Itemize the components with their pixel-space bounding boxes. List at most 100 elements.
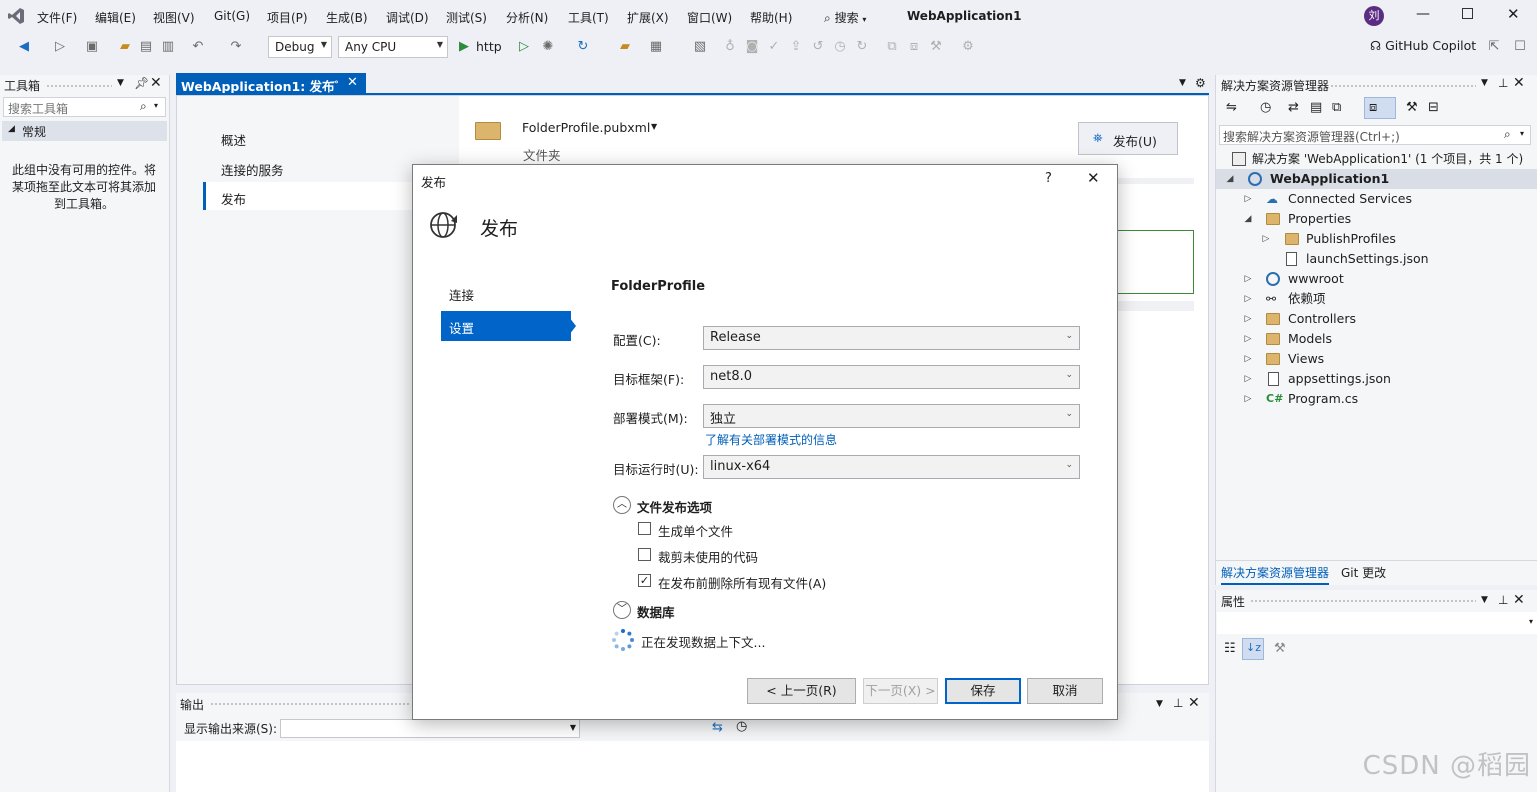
track-active-button[interactable]: ⧈ [1364,97,1396,119]
menu-test[interactable]: 测试(S) [446,9,487,26]
new-item-icon[interactable]: ▣ [84,39,100,55]
configuration-select[interactable]: Debug ▼ [268,36,332,58]
previous-button[interactable]: < 上一页(R) [747,678,856,704]
runtime-select[interactable]: linux-x64 ⌄ [703,455,1080,479]
tree-item-controllers[interactable]: ▷ Controllers [1216,309,1537,329]
alphabetical-button[interactable]: ↓z [1242,638,1264,660]
tree-item-publishprofiles[interactable]: ▷ PublishProfiles [1216,229,1537,249]
pin-icon[interactable]: ⊥ [1498,593,1508,607]
close-tab-icon[interactable]: ✕ [347,75,358,90]
step-settings[interactable]: 设置 [441,311,576,341]
chevron-down-icon[interactable]: ▼ [1481,595,1488,605]
wrench-icon[interactable]: ⚒ [1274,641,1286,656]
expanded-arrow-icon[interactable]: ◢ [1225,169,1235,189]
clock-icon[interactable]: ◷ [736,719,747,734]
help-icon[interactable]: ? [1045,171,1052,186]
close-icon[interactable]: ✕ [1087,169,1100,187]
branch-icon[interactable]: ⧈ [906,39,922,55]
camera-icon[interactable]: ◙ [744,39,760,55]
forward-icon[interactable]: ▷ [52,39,68,55]
cancel-button[interactable]: 取消 [1027,678,1103,704]
nav-overview[interactable]: 概述 [221,130,246,149]
tree-solution[interactable]: 解决方案 'WebApplication1' (1 个项目，共 1 个) [1216,149,1537,169]
collapsed-arrow-icon[interactable]: ▷ [1243,269,1253,289]
layout-icon[interactable]: ▦ [648,39,664,55]
delete-existing-checkbox[interactable]: ✓ [638,574,651,587]
pin-icon[interactable]: ⊸ [330,77,338,88]
switch-view-icon[interactable]: ⇋ [1226,100,1237,115]
framework-select[interactable]: net8.0 ⌄ [703,365,1080,389]
upload-icon[interactable]: ⇪ [788,39,804,55]
wrench-icon[interactable]: ⚒ [928,39,944,55]
chevron-down-icon[interactable]: ▼ [1481,78,1488,88]
close-icon[interactable]: ✕ [1513,75,1525,91]
next-button[interactable]: 下一页(X) > [863,678,938,704]
close-icon[interactable]: ✕ [1188,695,1200,711]
menu-git[interactable]: Git(G) [214,9,250,23]
save-button[interactable]: 保存 [945,678,1021,704]
breakpoint-icon[interactable]: ♁ [722,39,738,55]
collapsed-arrow-icon[interactable]: ▷ [1243,389,1253,409]
toolbox-search-input[interactable]: 搜索工具箱 ⌕ ▾ [3,97,166,117]
collapsed-arrow-icon[interactable]: ▷ [1261,229,1271,249]
history-icon[interactable]: ◷ [832,39,848,55]
nav-connected-services[interactable]: 连接的服务 [221,160,284,179]
menu-extensions[interactable]: 扩展(X) [627,9,669,26]
tree-item-program[interactable]: ▷ C# Program.cs [1216,389,1537,409]
tree-item-dependencies[interactable]: ▷ ⚯ 依赖项 [1216,289,1537,309]
preview-icon[interactable]: ⊟ [1428,100,1439,115]
publish-button[interactable]: ⛯ 发布(U) [1078,122,1178,155]
restore-icon[interactable] [1462,8,1473,19]
deploy-mode-link[interactable]: 了解有关部署模式的信息 [705,431,837,448]
menu-debug[interactable]: 调试(D) [386,9,429,26]
collapsed-arrow-icon[interactable]: ▷ [1243,369,1253,389]
show-all-files-icon[interactable]: ⧉ [1332,100,1341,115]
history-icon[interactable]: ◷ [1260,100,1271,115]
open-folder-icon[interactable]: ▰ [117,39,133,55]
minimize-icon[interactable]: — [1416,6,1430,22]
comment-icon[interactable]: ▧ [692,39,708,55]
profile-name[interactable]: FolderProfile.pubxml [522,120,650,135]
run-without-debug-icon[interactable]: ▷ [516,39,532,55]
menu-help[interactable]: 帮助(H) [750,9,792,26]
undo-icon[interactable]: ↶ [190,39,206,55]
word-wrap-icon[interactable]: ⇆ [712,720,723,735]
gear-icon[interactable]: ⚙ [1195,76,1206,90]
solution-search-input[interactable]: 搜索解决方案资源管理器(Ctrl+;) ⌕ ▾ [1219,125,1531,145]
close-icon[interactable]: ✕ [150,75,162,91]
folder-icon[interactable]: ▰ [617,39,633,55]
save-icon[interactable]: ▤ [138,39,154,55]
menu-window[interactable]: 窗口(W) [687,9,732,26]
chevron-down-icon[interactable]: ▼ [1179,78,1186,88]
expand-section-icon[interactable]: ﹀ [613,601,631,619]
collapsed-arrow-icon[interactable]: ▷ [1243,189,1253,209]
pin-icon[interactable]: ⊥ [1498,76,1508,90]
output-text-area[interactable] [176,741,1209,792]
output-source-select[interactable]: ▼ [280,719,580,738]
tree-item-connected-services[interactable]: ▷ ☁ Connected Services [1216,189,1537,209]
share-icon[interactable]: ⇱ [1486,39,1502,55]
tab-git-changes[interactable]: Git 更改 [1341,564,1386,581]
collapsed-arrow-icon[interactable]: ▷ [1243,349,1253,369]
expanded-arrow-icon[interactable]: ◢ [1243,209,1253,229]
chevron-down-icon[interactable]: ▾ [1520,129,1524,138]
step-connect[interactable]: 连接 [449,285,474,304]
search-box[interactable]: ⌕ 搜索 ▾ [824,9,866,26]
chevron-down-icon[interactable]: ▾ [154,101,158,110]
collapsed-arrow-icon[interactable]: ▷ [1243,329,1253,349]
menu-file[interactable]: 文件(F) [37,9,77,26]
tree-project[interactable]: ◢ WebApplication1 [1216,169,1537,189]
pin-icon[interactable]: ⊥ [1173,696,1183,710]
tree-item-wwwroot[interactable]: ▷ wwwroot [1216,269,1537,289]
redo-icon[interactable]: ↷ [228,39,244,55]
close-window-icon[interactable]: ✕ [1507,5,1520,23]
tab-solution-explorer[interactable]: 解决方案资源管理器 [1221,564,1330,585]
tree-item-views[interactable]: ▷ Views [1216,349,1537,369]
tree-item-appsettings[interactable]: ▷ appsettings.json [1216,369,1537,389]
chevron-down-icon[interactable]: ▼ [651,122,657,131]
search-icon[interactable]: ⌕ [140,99,147,114]
panel-grip[interactable] [210,702,410,706]
wrench-icon[interactable]: ⚒ [1406,100,1418,115]
panel-grip[interactable] [1330,84,1476,88]
sync-icon[interactable]: ⇄ [1288,100,1299,115]
